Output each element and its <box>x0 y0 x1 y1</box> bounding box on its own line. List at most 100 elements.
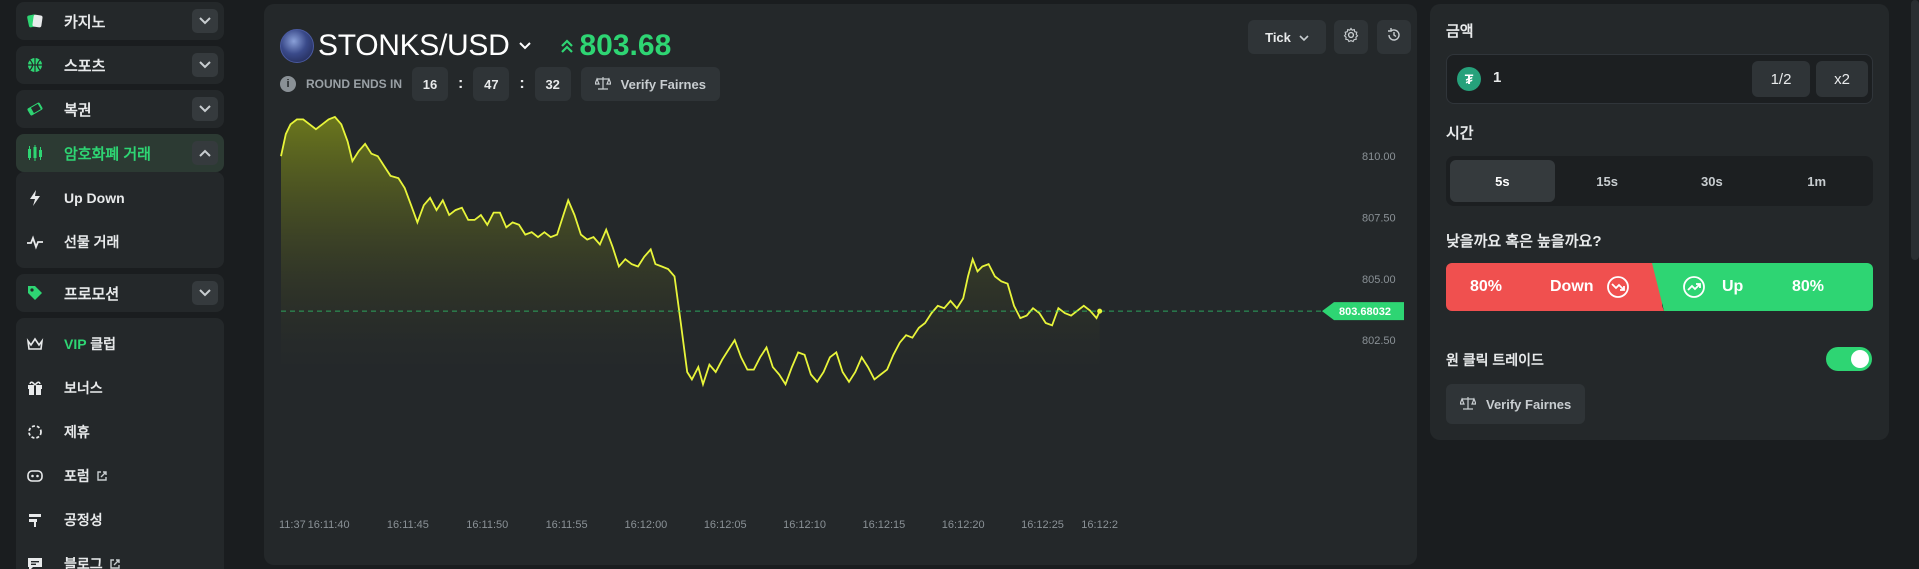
nav-crypto-label: 암호화폐 거래 <box>64 145 151 163</box>
sidebar-item-affiliate[interactable]: 제휴 <box>16 410 224 454</box>
down-button[interactable]: 80% Down <box>1446 263 1662 311</box>
page-scrollbar[interactable] <box>1911 0 1919 260</box>
duration-option-15s[interactable]: 15s <box>1555 160 1660 202</box>
x-tick-label: 16:12:25 <box>1021 519 1064 531</box>
round-ends-label: ROUND ENDS IN <box>306 77 403 91</box>
chevron-down-icon[interactable] <box>518 41 532 51</box>
x-tick-label: 16:12:10 <box>783 519 826 531</box>
duration-option-5s[interactable]: 5s <box>1450 160 1555 202</box>
up-button[interactable]: Up 80% <box>1652 263 1873 311</box>
sidebar-item-forum[interactable]: 포럼 <box>16 454 224 498</box>
nav-promotions-label: 프로모션 <box>64 285 120 303</box>
sub-item-updown[interactable]: Up Down <box>16 176 224 220</box>
history-button[interactable] <box>1377 20 1411 54</box>
current-price: 803.68 <box>579 29 672 62</box>
y-tick-label: 802.50 <box>1362 335 1396 347</box>
x-tick-label: 16:11:50 <box>466 519 508 531</box>
x-tick-label: 16:11:40 <box>308 519 350 531</box>
sidebar-item-bonus[interactable]: 보너스 <box>16 366 224 410</box>
affiliate-icon <box>26 423 44 441</box>
scale-icon <box>1459 396 1477 413</box>
nav-casino[interactable]: 카지노 <box>16 2 224 40</box>
verify-fairness-button[interactable]: Verify Fairnes <box>1446 384 1586 424</box>
nav-promotions[interactable]: 프로모션 <box>16 274 224 312</box>
sidebar-item-vip-label: VIP 클럽 <box>64 334 116 354</box>
external-link-icon <box>109 558 121 569</box>
forum-icon <box>26 467 44 485</box>
direction-label: 낮을까요 혹은 높을까요? <box>1446 233 1602 250</box>
gift-icon <box>26 379 44 397</box>
sidebar-item-blog-label: 블로그 <box>64 556 103 569</box>
x-tick-label: 16:12:05 <box>704 519 747 531</box>
crown-icon <box>26 335 44 353</box>
chevron-down-icon <box>1299 30 1309 45</box>
sidebar-item-blog[interactable]: 블로그 <box>16 542 224 569</box>
history-icon <box>1386 27 1402 48</box>
x-tick-label: 11:37 <box>279 519 306 531</box>
round-timer: i ROUND ENDS IN 16 : 47 : 32 Verify Fair… <box>280 66 720 102</box>
verify-fairness-label: Verify Fairnes <box>620 76 706 92</box>
last-price-point <box>1097 308 1103 314</box>
scale-icon <box>593 76 612 93</box>
up-label: Up <box>1722 278 1744 295</box>
timer-hours: 16 <box>412 67 449 101</box>
current-price-tag-label: 803.68032 <box>1339 306 1391 318</box>
verify-fairness-button[interactable]: Verify Fairnes <box>580 67 720 101</box>
double-amount-button[interactable]: x2 <box>1816 61 1868 97</box>
duration-option-1m[interactable]: 1m <box>1764 160 1869 202</box>
time-label: 시간 <box>1446 125 1474 142</box>
amount-input[interactable]: ₮ 1 1/2 x2 <box>1446 54 1873 104</box>
sidebar-item-affiliate-label: 제휴 <box>64 424 90 440</box>
tether-icon: ₮ <box>1457 67 1481 91</box>
fairness-icon <box>26 511 44 529</box>
x-tick-label: 16:11:45 <box>387 519 429 531</box>
candlestick-icon <box>26 144 44 162</box>
timer-colon: : <box>519 75 525 92</box>
nav-sports[interactable]: 스포츠 <box>16 46 224 84</box>
sidebar-item-fairness[interactable]: 공정성 <box>16 498 224 542</box>
sidebar-item-vip[interactable]: VIP 클럽 <box>16 322 224 366</box>
sub-item-futures-label: 선물 거래 <box>64 234 120 250</box>
sidebar: 카지노 스포츠 복권 암호화폐 거래 Up Down 선물 거래 프로모션 VI… <box>0 0 240 569</box>
x-tick-label: 16:12:20 <box>942 519 985 531</box>
y-tick-label: 807.50 <box>1362 212 1396 224</box>
chevron-up-icon[interactable] <box>192 141 218 165</box>
vip-prefix: VIP <box>64 336 87 352</box>
duration-option-30s[interactable]: 30s <box>1660 160 1765 202</box>
pair-selector[interactable]: STONKS/USD 803.68 <box>280 24 671 68</box>
price-area <box>281 116 1100 385</box>
sidebar-item-fairness-label: 공정성 <box>64 512 103 528</box>
down-label: Down <box>1550 278 1594 295</box>
order-panel: 금액 ₮ 1 1/2 x2 시간 5s 15s 30s 1m 낮을까요 혹은 높… <box>1430 4 1889 440</box>
chevron-down-icon[interactable] <box>192 53 218 77</box>
basketball-icon <box>26 56 44 74</box>
amount-value[interactable]: 1 <box>1493 69 1501 86</box>
nav-lottery[interactable]: 복권 <box>16 90 224 128</box>
amount-label: 금액 <box>1446 23 1474 40</box>
tag-icon <box>26 284 44 302</box>
chart-type-label: Tick <box>1265 29 1291 45</box>
chart-type-dropdown[interactable]: Tick <box>1248 20 1326 54</box>
half-amount-button[interactable]: 1/2 <box>1752 61 1810 97</box>
vip-suffix: 클럽 <box>86 336 116 352</box>
chevron-down-icon[interactable] <box>192 97 218 121</box>
info-icon: i <box>280 76 296 92</box>
chat-bubble-icon <box>26 555 44 569</box>
double-chevron-up-icon <box>560 38 574 54</box>
settings-button[interactable] <box>1334 20 1368 54</box>
toggle-knob <box>1851 350 1869 368</box>
sub-item-futures[interactable]: 선물 거래 <box>16 220 224 264</box>
duration-selector: 5s 15s 30s 1m <box>1446 156 1873 206</box>
nav-lottery-label: 복권 <box>64 101 92 119</box>
chevron-down-icon[interactable] <box>192 281 218 305</box>
cards-icon <box>26 12 44 30</box>
one-click-toggle[interactable] <box>1826 347 1872 371</box>
verify-fairness-label: Verify Fairnes <box>1486 396 1572 412</box>
chevron-down-icon[interactable] <box>192 9 218 33</box>
sidebar-item-bonus-label: 보너스 <box>64 380 103 396</box>
gear-icon <box>1343 27 1359 48</box>
y-tick-label: 805.00 <box>1362 274 1396 286</box>
timer-seconds: 32 <box>534 67 571 101</box>
nav-crypto-trading[interactable]: 암호화폐 거래 <box>16 134 224 172</box>
x-tick-label: 16:11:55 <box>546 519 588 531</box>
